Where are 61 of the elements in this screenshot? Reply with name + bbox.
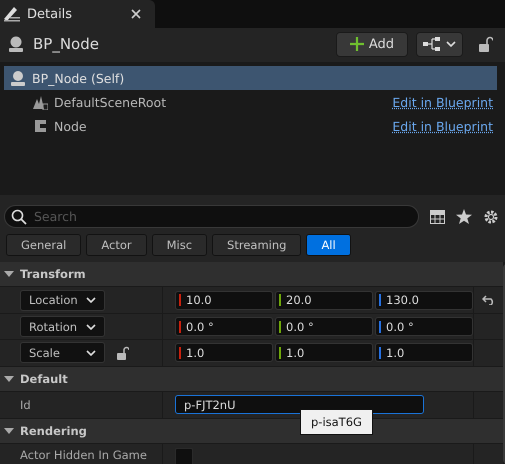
add-button[interactable]: Add xyxy=(336,32,408,56)
filter-tab[interactable]: All xyxy=(306,234,351,256)
number-field[interactable]: 0.0 ° xyxy=(175,317,273,336)
actor-icon xyxy=(7,35,25,53)
property-label: Id xyxy=(20,398,31,412)
scene-root-icon xyxy=(32,94,48,110)
number-field[interactable]: 0.0 ° xyxy=(375,317,473,336)
number-field[interactable]: 10.0 xyxy=(175,290,273,310)
chevron-down-icon xyxy=(86,324,96,330)
hierarchy-dropdown[interactable] xyxy=(416,32,463,56)
reset-arrow-icon[interactable] xyxy=(482,295,496,306)
property-label: Actor Hidden In Game xyxy=(20,447,147,462)
component-row[interactable]: DefaultSceneRoot Edit in Blueprint xyxy=(4,90,497,114)
number-field[interactable]: 1.0 xyxy=(175,343,273,362)
filter-tab[interactable]: Actor xyxy=(86,234,147,256)
actor-name: BP_Node xyxy=(33,35,99,53)
section-title: Rendering xyxy=(20,424,87,438)
chevron-down-icon xyxy=(86,297,96,304)
filter-tab[interactable]: Streaming xyxy=(212,234,302,256)
unlocked-lock-icon[interactable] xyxy=(479,36,493,52)
component-name: BP_Node (Self) xyxy=(32,70,124,86)
triangle-icon xyxy=(4,269,14,280)
section-title: Transform xyxy=(20,267,86,282)
checkbox[interactable] xyxy=(175,448,193,464)
tab-title: Details xyxy=(27,6,74,22)
unlocked-lock-icon[interactable] xyxy=(117,346,129,360)
triangle-icon xyxy=(4,426,14,436)
component-icon xyxy=(32,118,48,134)
text-field[interactable]: p-FJT2nU xyxy=(175,395,424,414)
section-header[interactable]: Default xyxy=(0,366,503,392)
settings-icon[interactable] xyxy=(483,208,499,224)
transform-dropdown[interactable]: Scale xyxy=(20,342,105,364)
filter-tab[interactable]: Misc xyxy=(152,234,208,256)
number-field[interactable]: 1.0 xyxy=(275,343,373,362)
section-header[interactable]: Transform xyxy=(0,262,503,288)
number-field[interactable]: 1.0 xyxy=(375,343,473,362)
edit-in-blueprint-link[interactable]: Edit in Blueprint xyxy=(392,118,493,134)
component-row[interactable]: Node Edit in Blueprint xyxy=(4,114,497,138)
component-row[interactable]: BP_Node (Self) xyxy=(4,66,497,90)
component-name: Node xyxy=(54,118,87,134)
transform-dropdown[interactable]: Rotation xyxy=(20,316,105,338)
number-field[interactable]: 130.0 xyxy=(375,290,473,310)
actor-icon xyxy=(10,70,26,86)
hierarchy-icon xyxy=(422,37,456,51)
pencil-icon xyxy=(2,5,22,23)
triangle-icon xyxy=(4,374,14,384)
close-icon[interactable] xyxy=(131,9,141,19)
search-field[interactable]: Search xyxy=(4,205,419,228)
edit-in-blueprint-link[interactable]: Edit in Blueprint xyxy=(392,94,493,110)
details-tab[interactable]: Details xyxy=(0,0,155,28)
number-field[interactable]: 0.0 ° xyxy=(275,317,373,336)
transform-dropdown[interactable]: Location xyxy=(20,290,105,311)
plus-icon xyxy=(350,37,364,51)
number-field[interactable]: 20.0 xyxy=(275,290,373,310)
component-name: DefaultSceneRoot xyxy=(54,94,166,110)
star-icon[interactable] xyxy=(456,209,472,224)
filter-tab[interactable]: General xyxy=(6,234,82,256)
section-title: Default xyxy=(20,372,68,386)
chevron-down-icon xyxy=(86,350,96,356)
table-icon[interactable] xyxy=(430,210,445,224)
suggestion-tooltip[interactable]: p-isaT6G xyxy=(300,409,373,436)
